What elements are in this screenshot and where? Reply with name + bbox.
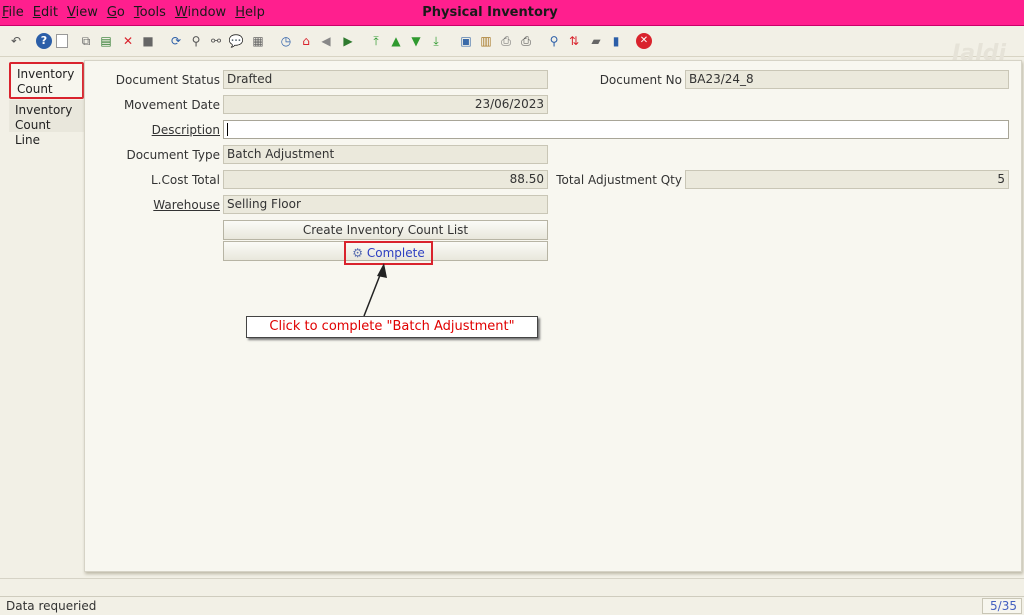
document-no-label: Document No — [599, 73, 682, 87]
total-adjustment-qty-label: Total Adjustment Qty — [556, 173, 682, 187]
complete-button[interactable]: ⚙ Complete — [344, 241, 433, 265]
movement-date-field[interactable]: 23/06/2023 — [223, 95, 548, 114]
next-record-icon[interactable]: ▼ — [408, 33, 424, 49]
window-title-wrap: Physical Inventory — [0, 5, 1024, 20]
last-record-icon[interactable]: ⤓ — [428, 33, 444, 49]
toolbar: Jaldi ↶? ⧉ ▤ ✕ ■ ⟳ ⚲ ⚯ 💬 ▦ ◷ ⌂ ◀ ▶ ⤒ ▲ ▼ ⤓ ▣ ▥ ⎙ ⎙ ⚲ ⇅ ▰ ▮ ✕ — [0, 27, 1024, 66]
description-label: Description — [100, 120, 220, 140]
tab-inventory-count-line[interactable]: Inventory Count Line — [9, 100, 84, 147]
product-info-icon[interactable]: ▮ — [608, 33, 624, 49]
complete-button-content: ⚙ Complete — [346, 243, 431, 263]
chat-icon[interactable]: 💬 — [228, 33, 244, 49]
save-record-icon[interactable]: ▤ — [98, 33, 114, 49]
exit-icon[interactable]: ✕ — [636, 33, 652, 49]
document-type-label: Document Type — [126, 148, 220, 162]
find-icon[interactable]: ⚲ — [188, 33, 204, 49]
previous-record-icon[interactable]: ▲ — [388, 33, 404, 49]
annotation-callout: Click to complete "Batch Adjustment" — [246, 316, 538, 338]
warehouse-label: Warehouse — [100, 195, 220, 215]
warehouse-field[interactable]: Selling Floor — [223, 195, 548, 214]
calendar-icon[interactable]: ▦ — [250, 33, 266, 49]
create-inventory-count-list-button[interactable]: Create Inventory Count List — [223, 220, 548, 240]
document-no-field[interactable]: BA23/24_8 — [685, 70, 1009, 89]
print-preview-icon[interactable]: ⎙ — [498, 33, 514, 49]
title-bar: File Edit View Go Tools Window Help Phys… — [0, 0, 1024, 26]
status-bar: Data requeried 5/35 — [0, 596, 1024, 615]
tab-inventory-count[interactable]: Inventory Count — [9, 62, 84, 99]
complete-button-label: Complete — [366, 246, 425, 260]
description-label-text: Description — [151, 123, 220, 137]
undo-icon[interactable]: ↶ — [8, 33, 24, 49]
forward-icon[interactable]: ▶ — [340, 33, 356, 49]
total-adjustment-qty-field[interactable]: 5 — [685, 170, 1009, 189]
first-record-icon[interactable]: ⤒ — [368, 33, 384, 49]
save-icon[interactable]: ■ — [140, 33, 156, 49]
lcost-total-label: L.Cost Total — [150, 173, 220, 187]
workflow-icon[interactable]: ⇅ — [566, 33, 582, 49]
status-message: Data requeried — [6, 599, 97, 613]
document-status-field[interactable]: Drafted — [223, 70, 548, 89]
process-icon[interactable]: ▰ — [588, 33, 604, 49]
new-record-icon[interactable] — [56, 34, 68, 48]
back-icon[interactable]: ◀ — [318, 33, 334, 49]
horizontal-scrollbar[interactable] — [0, 578, 1024, 596]
record-counter: 5/35 — [982, 598, 1022, 614]
copy-record-icon[interactable]: ⧉ — [78, 33, 94, 49]
zoom-across-icon[interactable]: ⚲ — [546, 33, 562, 49]
document-status-label: Document Status — [115, 73, 220, 87]
archive-icon[interactable]: ▥ — [478, 33, 494, 49]
history-icon[interactable]: ◷ — [278, 33, 294, 49]
help-icon[interactable]: ? — [36, 33, 52, 49]
tab-list: Inventory Count Inventory Count Line — [0, 58, 84, 578]
attachment-icon[interactable]: ⚯ — [208, 33, 224, 49]
refresh-icon[interactable]: ⟳ — [168, 33, 184, 49]
home-icon[interactable]: ⌂ — [298, 33, 314, 49]
gear-icon: ⚙ — [352, 246, 364, 260]
document-type-field[interactable]: Batch Adjustment — [223, 145, 548, 164]
lcost-total-field[interactable]: 88.50 — [223, 170, 548, 189]
description-input[interactable] — [223, 120, 1009, 139]
window-title: Physical Inventory — [422, 5, 558, 20]
delete-icon[interactable]: ✕ — [120, 33, 136, 49]
print-icon[interactable]: ⎙ — [518, 33, 534, 49]
movement-date-label: Movement Date — [123, 98, 220, 112]
report-icon[interactable]: ▣ — [458, 33, 474, 49]
warehouse-label-text: Warehouse — [153, 198, 220, 212]
text-caret — [227, 123, 228, 136]
